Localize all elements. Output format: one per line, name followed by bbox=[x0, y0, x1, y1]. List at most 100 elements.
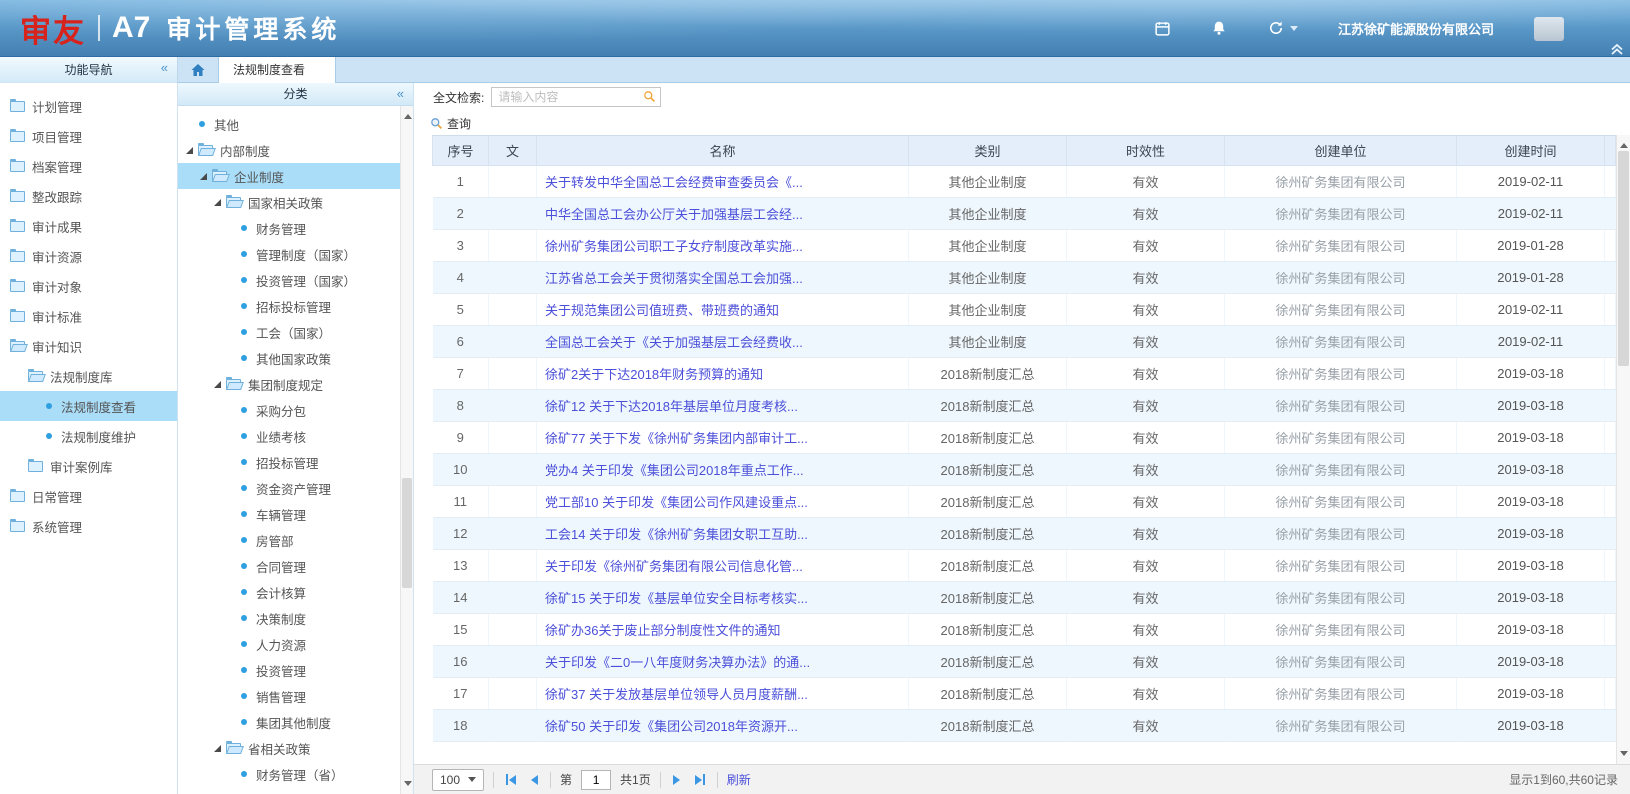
document-name-link[interactable]: 关于规范集团公司值班费、带班费的通知 bbox=[545, 303, 779, 318]
scrollbar-thumb[interactable] bbox=[402, 478, 412, 588]
tree-node[interactable]: 车辆管理 bbox=[178, 501, 400, 527]
document-name-link[interactable]: 党办4 关于印发《集团公司2018年重点工作... bbox=[545, 463, 804, 478]
tree-node[interactable]: 内部制度 bbox=[178, 137, 400, 163]
sidebar-item[interactable]: 审计对象 bbox=[0, 271, 177, 301]
table-scrollbar[interactable] bbox=[1616, 135, 1630, 764]
tree-node[interactable]: 销售管理 bbox=[178, 683, 400, 709]
table-row[interactable]: 10党办4 关于印发《集团公司2018年重点工作...2018新制度汇总有效徐州… bbox=[433, 454, 1616, 486]
document-name-link[interactable]: 工会14 关于印发《徐州矿务集团女职工互助... bbox=[545, 527, 808, 542]
tree-node[interactable]: 资金资产管理 bbox=[178, 475, 400, 501]
document-name-link[interactable]: 中华全国总工会办公厅关于加强基层工会经... bbox=[545, 207, 803, 222]
tree-node[interactable]: 财务管理 bbox=[178, 215, 400, 241]
column-header[interactable]: 文 bbox=[489, 136, 537, 166]
table-row[interactable]: 11党工部10 关于印发《集团公司作风建设重点...2018新制度汇总有效徐州矿… bbox=[433, 486, 1616, 518]
document-name-link[interactable]: 全国总工会关于《关于加强基层工会经费收... bbox=[545, 335, 803, 350]
tree-node[interactable]: 房管部 bbox=[178, 527, 400, 553]
avatar[interactable] bbox=[1534, 17, 1564, 41]
document-name-link[interactable]: 关于印发《徐州矿务集团有限公司信息化管... bbox=[545, 559, 803, 574]
tab-active[interactable]: 法规制度查看 bbox=[218, 55, 336, 83]
collapse-left-panel-icon[interactable]: « bbox=[161, 61, 168, 74]
expander-icon[interactable] bbox=[200, 173, 207, 180]
expander-icon[interactable] bbox=[214, 745, 221, 752]
scroll-up-icon[interactable] bbox=[1620, 139, 1628, 148]
sidebar-item[interactable]: 日常管理 bbox=[0, 481, 177, 511]
column-header[interactable]: 创建时间 bbox=[1457, 136, 1605, 166]
document-name-link[interactable]: 徐矿12 关于下达2018年基层单位月度考核... bbox=[545, 399, 798, 414]
table-row[interactable]: 1关于转发中华全国总工会经费审查委员会《...其他企业制度有效徐州矿务集团有限公… bbox=[433, 166, 1616, 198]
collapse-category-panel-icon[interactable]: « bbox=[397, 87, 404, 100]
query-button[interactable]: 查询 bbox=[414, 111, 1630, 135]
tree-node[interactable]: 决策制度 bbox=[178, 605, 400, 631]
page-number-input[interactable] bbox=[581, 770, 611, 790]
tree-node[interactable]: 企业制度 bbox=[178, 163, 400, 189]
sidebar-item[interactable]: 法规制度库 bbox=[0, 361, 177, 391]
tree-node[interactable]: 会计核算 bbox=[178, 579, 400, 605]
sidebar-item[interactable]: 审计资源 bbox=[0, 241, 177, 271]
column-header[interactable]: 创建单位 bbox=[1225, 136, 1457, 166]
tree-node[interactable]: 其他 bbox=[178, 111, 400, 137]
column-header[interactable]: 序号 bbox=[433, 136, 489, 166]
table-row[interactable]: 14徐矿15 关于印发《基层单位安全目标考核实...2018新制度汇总有效徐州矿… bbox=[433, 582, 1616, 614]
tree-node[interactable]: 工会（省） bbox=[178, 787, 400, 794]
refresh-icon[interactable] bbox=[1268, 20, 1285, 37]
sidebar-item[interactable]: 审计案例库 bbox=[0, 451, 177, 481]
document-name-link[interactable]: 关于印发《二0一八年度财务决算办法》的通... bbox=[545, 655, 810, 670]
sidebar-item[interactable]: 审计标准 bbox=[0, 301, 177, 331]
calendar-icon[interactable] bbox=[1154, 20, 1171, 37]
document-name-link[interactable]: 徐矿37 关于发放基层单位领导人员月度薪酬... bbox=[545, 687, 808, 702]
column-header[interactable]: 类别 bbox=[909, 136, 1067, 166]
table-row[interactable]: 18徐矿50 关于印发《集团公司2018年资源开...2018新制度汇总有效徐州… bbox=[433, 710, 1616, 742]
table-row[interactable]: 12工会14 关于印发《徐州矿务集团女职工互助...2018新制度汇总有效徐州矿… bbox=[433, 518, 1616, 550]
sidebar-item[interactable]: 计划管理 bbox=[0, 91, 177, 121]
next-page-button[interactable] bbox=[670, 775, 683, 785]
tree-node[interactable]: 人力资源 bbox=[178, 631, 400, 657]
document-name-link[interactable]: 徐矿77 关于下发《徐州矿务集团内部审计工... bbox=[545, 431, 808, 446]
document-name-link[interactable]: 徐州矿务集团公司职工子女疗制度改革实施... bbox=[545, 239, 803, 254]
tree-node[interactable]: 其他国家政策 bbox=[178, 345, 400, 371]
search-input[interactable] bbox=[491, 87, 661, 107]
tree-node[interactable]: 招标投标管理 bbox=[178, 293, 400, 319]
document-name-link[interactable]: 徐矿50 关于印发《集团公司2018年资源开... bbox=[545, 719, 798, 734]
chevron-down-icon[interactable] bbox=[1290, 26, 1298, 35]
first-page-button[interactable] bbox=[503, 774, 519, 785]
table-row[interactable]: 8徐矿12 关于下达2018年基层单位月度考核...2018新制度汇总有效徐州矿… bbox=[433, 390, 1616, 422]
table-row[interactable]: 15徐矿办36关于废止部分制度性文件的通知2018新制度汇总有效徐州矿务集团有限… bbox=[433, 614, 1616, 646]
search-icon[interactable] bbox=[643, 90, 656, 103]
column-header[interactable]: 名称 bbox=[537, 136, 909, 166]
sidebar-item[interactable]: 审计知识 bbox=[0, 331, 177, 361]
expander-icon[interactable] bbox=[214, 199, 221, 206]
tree-node[interactable]: 工会（国家） bbox=[178, 319, 400, 345]
tree-node[interactable]: 投资管理 bbox=[178, 657, 400, 683]
tree-node[interactable]: 采购分包 bbox=[178, 397, 400, 423]
document-name-link[interactable]: 徐矿2关于下达2018年财务预算的通知 bbox=[545, 367, 763, 382]
expander-icon[interactable] bbox=[186, 147, 193, 154]
table-row[interactable]: 16关于印发《二0一八年度财务决算办法》的通...2018新制度汇总有效徐州矿务… bbox=[433, 646, 1616, 678]
sidebar-item[interactable]: 项目管理 bbox=[0, 121, 177, 151]
sidebar-item[interactable]: 整改跟踪 bbox=[0, 181, 177, 211]
refresh-link[interactable]: 刷新 bbox=[727, 771, 751, 788]
tree-node[interactable]: 集团制度规定 bbox=[178, 371, 400, 397]
tree-node[interactable]: 集团其他制度 bbox=[178, 709, 400, 735]
table-row[interactable]: 13关于印发《徐州矿务集团有限公司信息化管...2018新制度汇总有效徐州矿务集… bbox=[433, 550, 1616, 582]
document-name-link[interactable]: 党工部10 关于印发《集团公司作风建设重点... bbox=[545, 495, 808, 510]
column-header[interactable]: 时效性 bbox=[1067, 136, 1225, 166]
scroll-up-icon[interactable] bbox=[404, 110, 412, 119]
page-size-select[interactable]: 100 bbox=[432, 769, 484, 791]
scroll-down-icon[interactable] bbox=[1620, 751, 1628, 760]
table-row[interactable]: 7徐矿2关于下达2018年财务预算的通知2018新制度汇总有效徐州矿务集团有限公… bbox=[433, 358, 1616, 390]
tree-node[interactable]: 国家相关政策 bbox=[178, 189, 400, 215]
table-row[interactable]: 2中华全国总工会办公厅关于加强基层工会经...其他企业制度有效徐州矿务集团有限公… bbox=[433, 198, 1616, 230]
table-row[interactable]: 5关于规范集团公司值班费、带班费的通知其他企业制度有效徐州矿务集团有限公司201… bbox=[433, 294, 1616, 326]
sidebar-item[interactable]: 档案管理 bbox=[0, 151, 177, 181]
sidebar-item[interactable]: 系统管理 bbox=[0, 511, 177, 541]
table-row[interactable]: 17徐矿37 关于发放基层单位领导人员月度薪酬...2018新制度汇总有效徐州矿… bbox=[433, 678, 1616, 710]
document-name-link[interactable]: 关于转发中华全国总工会经费审查委员会《... bbox=[545, 175, 803, 190]
last-page-button[interactable] bbox=[692, 774, 708, 785]
table-row[interactable]: 3徐州矿务集团公司职工子女疗制度改革实施...其他企业制度有效徐州矿务集团有限公… bbox=[433, 230, 1616, 262]
scrollbar-thumb[interactable] bbox=[1618, 151, 1629, 366]
tree-node[interactable]: 省相关政策 bbox=[178, 735, 400, 761]
prev-page-button[interactable] bbox=[528, 775, 541, 785]
tree-node[interactable]: 招投标管理 bbox=[178, 449, 400, 475]
scroll-down-icon[interactable] bbox=[404, 781, 412, 790]
bell-icon[interactable] bbox=[1211, 20, 1228, 37]
